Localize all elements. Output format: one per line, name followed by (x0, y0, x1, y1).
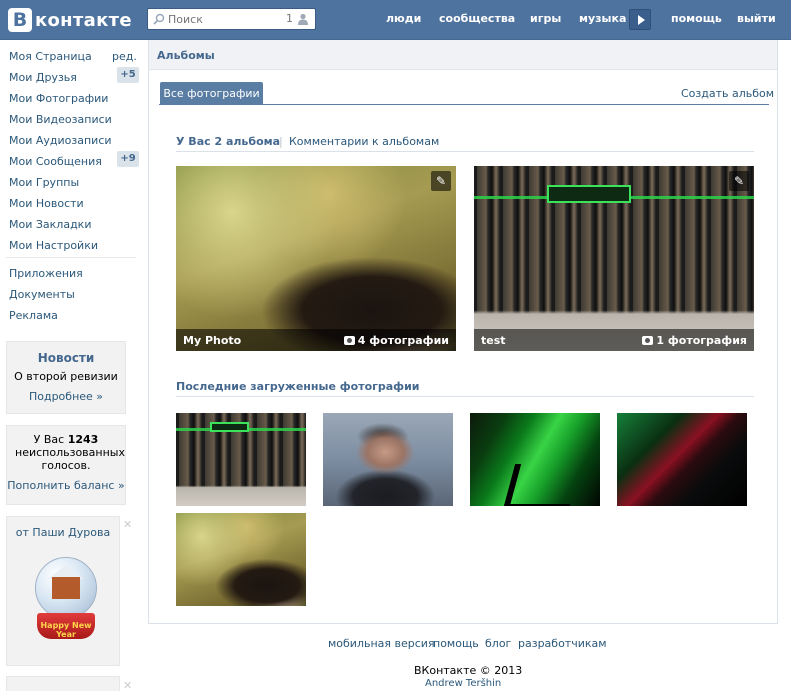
panel-header: Альбомы (149, 40, 777, 70)
sidebar-item-settings[interactable]: Мои Настройки (9, 239, 98, 252)
edit-pencil-icon[interactable]: ✎ (431, 171, 451, 191)
nav-help[interactable]: помощь (671, 12, 722, 25)
album-photo-count: 1 фотография (642, 334, 747, 347)
albums-panel: Альбомы Все фотографии Создать альбом У … (148, 40, 778, 624)
vk-logo-mark: В (8, 8, 32, 32)
sidebar-item-audio[interactable]: Мои Аудиозаписи (9, 134, 112, 147)
sidebar-divider (6, 257, 136, 258)
footer-mobile-link[interactable]: мобильная версия (328, 637, 435, 650)
footer-copyright: ВКонтакте © 2013 (414, 664, 523, 677)
search-box[interactable]: 1 (147, 8, 316, 30)
sidebar-edit-link[interactable]: ред. (112, 50, 137, 63)
sidebar-item-messages[interactable]: Мои Сообщения (9, 155, 102, 168)
search-count: 1 (286, 12, 293, 25)
sidebar-item-bookmarks[interactable]: Мои Закладки (9, 218, 91, 231)
play-icon (638, 15, 645, 25)
camera-icon (642, 336, 654, 345)
albums-summary: У Вас 2 альбома (176, 135, 281, 148)
sidebar-item-photos[interactable]: Мои Фотографии (9, 92, 108, 105)
votes-text: У Вас 1243 (7, 433, 125, 446)
nav-music[interactable]: музыка (579, 12, 626, 25)
shop-sign (209, 422, 249, 432)
close-gift-icon[interactable]: ✕ (123, 518, 132, 531)
recent-photo-green[interactable] (470, 413, 600, 506)
vk-logo-text: контакте (35, 9, 132, 31)
gift-house (52, 577, 80, 599)
page-title: Альбомы (157, 49, 215, 62)
footer-developers-link[interactable]: разработчикам (518, 637, 607, 650)
nav-communities[interactable]: сообщества (439, 12, 515, 25)
next-sidebar-box (6, 676, 120, 691)
news-box: Новости О второй ревизии Подробнее » (6, 341, 126, 414)
music-play-button[interactable] (629, 9, 651, 30)
sidebar-item-my-page[interactable]: Моя Страница (9, 50, 92, 63)
album-photo-count: 4 фотографии (343, 334, 449, 347)
footer-blog-link[interactable]: блог (485, 637, 511, 650)
gift-title[interactable]: от Паши Дурова (7, 526, 119, 539)
tabs-underline (159, 104, 769, 105)
recent-photos-title[interactable]: Последние загруженные фотографии (176, 380, 420, 393)
album-card-my-photo[interactable]: ✎ My Photo 4 фотографии (176, 166, 456, 351)
sidebar-item-videos[interactable]: Мои Видеозаписи (9, 113, 112, 126)
recent-photo-dark[interactable] (617, 413, 747, 506)
close-next-box-icon[interactable]: ✕ (123, 679, 132, 691)
sidebar-item-news[interactable]: Мои Новости (9, 197, 84, 210)
shop-sign (546, 184, 631, 203)
albums-divider (176, 151, 754, 152)
album-count-text: 1 фотография (656, 334, 747, 347)
user-icon (298, 13, 308, 25)
album-caption: My Photo 4 фотографии (176, 329, 456, 351)
friends-badge[interactable]: +5 (117, 67, 139, 83)
sidebar-item-documents[interactable]: Документы (9, 288, 75, 301)
news-box-more-link[interactable]: Подробнее » (7, 390, 125, 403)
album-count-text: 4 фотографии (357, 334, 449, 347)
votes-suffix: неиспользованных голосов. (15, 446, 125, 472)
nav-people[interactable]: люди (386, 12, 421, 25)
sidebar-item-apps[interactable]: Приложения (9, 267, 83, 280)
news-box-title[interactable]: Новости (7, 351, 125, 365)
top-up-balance-link[interactable]: Пополнить баланс » (7, 479, 125, 492)
edit-pencil-icon[interactable]: ✎ (729, 171, 749, 191)
footer-author-link[interactable]: Andrew Teršhin (425, 678, 501, 689)
sidebar-item-groups[interactable]: Мои Группы (9, 176, 79, 189)
search-icon (153, 13, 165, 25)
footer-help-link[interactable]: помощь (433, 637, 479, 650)
album-comments-link[interactable]: Комментарии к альбомам (289, 135, 439, 148)
votes-prefix: У Вас (33, 433, 65, 446)
nav-games[interactable]: игры (530, 12, 561, 25)
album-card-test[interactable]: ✎ test 1 фотография (474, 166, 754, 351)
messages-badge[interactable]: +9 (117, 151, 139, 167)
summary-separator: | (279, 135, 283, 148)
recent-photo-portrait[interactable] (323, 413, 453, 506)
votes-count: 1243 (67, 433, 99, 446)
sidebar-item-ads[interactable]: Реклама (9, 309, 58, 322)
recent-photo-shop[interactable] (176, 413, 306, 506)
create-album-link[interactable]: Создать альбом (681, 87, 774, 100)
gift-box: от Паши Дурова Happy New Year (6, 516, 120, 666)
album-name: test (481, 334, 506, 347)
gift-base-text: Happy New Year (40, 621, 92, 639)
top-header: В контакте 1 люди сообщества игры музыка… (0, 0, 791, 40)
album-caption: test 1 фотография (474, 329, 754, 351)
vk-logo[interactable]: В контакте (8, 7, 132, 33)
recent-photo-boy[interactable] (176, 513, 306, 606)
news-box-text: О второй ревизии (14, 370, 118, 383)
votes-box: У Вас 1243 неиспользованных голосов. Поп… (6, 425, 126, 505)
sidebar-item-friends[interactable]: Мои Друзья (9, 71, 77, 84)
nav-logout[interactable]: выйти (737, 12, 776, 25)
recent-divider (176, 396, 754, 397)
search-input[interactable] (168, 12, 268, 27)
camera-icon (343, 336, 355, 345)
album-name: My Photo (183, 334, 242, 347)
tab-all-photos[interactable]: Все фотографии (160, 82, 263, 105)
